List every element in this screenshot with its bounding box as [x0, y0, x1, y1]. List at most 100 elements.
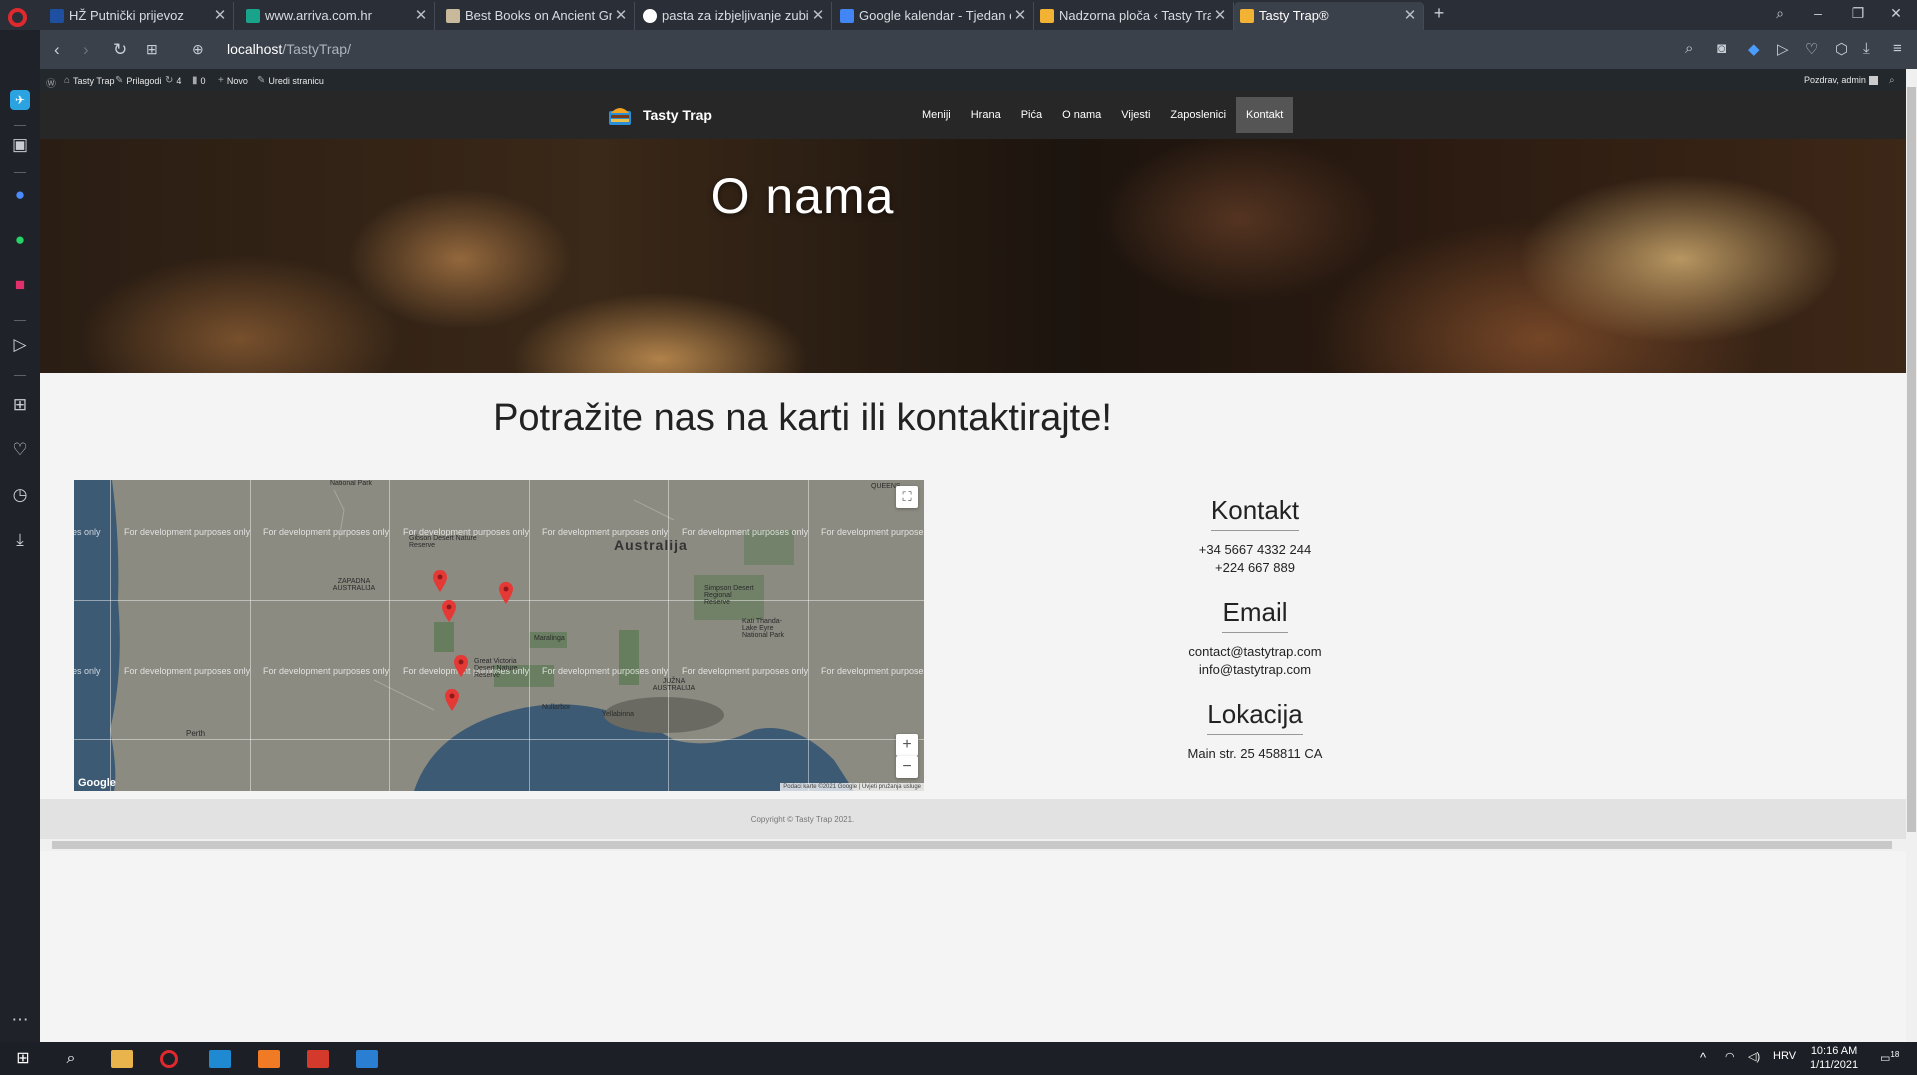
notification-icon[interactable]: ▭18: [1880, 1050, 1899, 1065]
phone-2[interactable]: +224 667 889: [1180, 559, 1330, 577]
messenger-icon[interactable]: ●: [10, 185, 30, 205]
wp-site-link[interactable]: ⌂ Tasty Trap: [64, 75, 115, 86]
minimize-icon[interactable]: –: [1808, 5, 1828, 21]
wp-comments-link[interactable]: ▮ 0: [192, 75, 206, 86]
tab-close-icon[interactable]: ✕: [612, 2, 630, 30]
browser-tab[interactable]: Nadzorna ploča ‹ Tasty Trap ✕: [1034, 2, 1234, 30]
close-window-icon[interactable]: ✕: [1886, 5, 1906, 22]
rocket-icon[interactable]: ✈: [10, 90, 30, 110]
site-logo-text[interactable]: Tasty Trap: [643, 107, 712, 123]
scrollbar-thumb[interactable]: [52, 841, 1892, 849]
restore-icon[interactable]: ❐: [1848, 5, 1868, 22]
map-marker-icon[interactable]: [445, 689, 459, 711]
fullscreen-icon[interactable]: ⛶: [896, 486, 918, 508]
clock[interactable]: 10:16 AM 1/11/2021: [1810, 1044, 1858, 1072]
search-icon[interactable]: ⌕: [60, 1050, 82, 1068]
map-tile-line: [250, 480, 251, 791]
file-explorer-icon[interactable]: [111, 1050, 133, 1068]
app-icon[interactable]: [356, 1050, 378, 1068]
opera-taskbar-icon[interactable]: [160, 1050, 178, 1068]
tabs-grid-icon[interactable]: ⊞: [146, 41, 158, 58]
tray-chevron-icon[interactable]: ^: [1700, 1050, 1706, 1065]
search-tabs-icon[interactable]: ⌕: [1770, 5, 1790, 22]
opera-menu-icon[interactable]: [8, 8, 27, 27]
map-marker-icon[interactable]: [442, 600, 456, 622]
tab-close-icon[interactable]: ✕: [412, 2, 430, 30]
browser-tab[interactable]: Best Books on Ancient Gre ✕: [440, 2, 635, 30]
new-tab-button[interactable]: +: [1429, 3, 1449, 24]
search-icon[interactable]: ⌕: [1685, 40, 1693, 57]
url-field[interactable]: localhost/TastyTrap/: [227, 41, 351, 57]
player-icon[interactable]: ▷: [10, 335, 30, 355]
reload-icon[interactable]: ↻: [113, 40, 127, 60]
menu-item-zaposlenici[interactable]: Zaposlenici: [1160, 91, 1236, 139]
map-marker-icon[interactable]: [433, 570, 447, 592]
xampp-icon[interactable]: [258, 1050, 280, 1068]
briefcase-icon[interactable]: ▣: [10, 135, 30, 155]
wordpress-logo-icon[interactable]: Ⓦ: [46, 75, 56, 90]
vscode-icon[interactable]: [209, 1050, 231, 1068]
google-logo[interactable]: Google: [78, 777, 116, 789]
browser-tab[interactable]: HŽ Putnički prijevoz ✕: [44, 2, 234, 30]
browser-tab[interactable]: Google kalendar - Tjedan o ✕: [834, 2, 1034, 30]
menu-item-vijesti[interactable]: Vijesti: [1111, 91, 1160, 139]
tab-close-icon[interactable]: ✕: [809, 2, 827, 30]
map-country-label: Australija: [614, 537, 688, 553]
map-marker-icon[interactable]: [499, 582, 513, 604]
tab-close-icon[interactable]: ✕: [1011, 2, 1029, 30]
cube-icon[interactable]: ⬡: [1835, 40, 1848, 58]
menu-item-meniji[interactable]: Meniji: [912, 91, 961, 139]
hero-banner: O nama: [40, 139, 1906, 373]
shield-icon[interactable]: ◆: [1748, 40, 1760, 58]
google-map[interactable]: es only For development purposes only Fo…: [74, 480, 924, 791]
filezilla-icon[interactable]: [307, 1050, 329, 1068]
wp-edit-page-link[interactable]: ✎ Uredi stranicu: [257, 75, 324, 86]
wp-account-link[interactable]: Pozdrav, admin: [1804, 75, 1878, 85]
browser-tab-active[interactable]: Tasty Trap® ✕: [1234, 2, 1424, 30]
email-2[interactable]: info@tastytrap.com: [1180, 661, 1330, 679]
tab-close-icon[interactable]: ✕: [1211, 2, 1229, 30]
tab-close-icon[interactable]: ✕: [211, 2, 229, 30]
language-indicator[interactable]: HRV: [1773, 1050, 1796, 1062]
map-attribution[interactable]: Podaci karte ©2021 Google | Uvjeti pruža…: [780, 783, 924, 791]
tab-close-icon[interactable]: ✕: [1401, 2, 1419, 30]
camera-icon[interactable]: ◙: [1717, 40, 1726, 57]
browser-tab[interactable]: www.arriva.com.hr ✕: [240, 2, 435, 30]
heart-icon[interactable]: ♡: [10, 440, 30, 460]
wp-updates-link[interactable]: ↻ 4: [165, 75, 181, 86]
menu-icon[interactable]: ≡: [1893, 40, 1902, 57]
whatsapp-icon[interactable]: ●: [10, 230, 30, 250]
browser-tab[interactable]: pasta za izbjeljivanje zubi - ✕: [637, 2, 832, 30]
map-marker-icon[interactable]: [454, 655, 468, 677]
menu-item-pica[interactable]: Pića: [1011, 91, 1052, 139]
wp-new-link[interactable]: + Novo: [218, 75, 248, 86]
zoom-in-button[interactable]: +: [896, 734, 918, 756]
map-place-label: Kati Thanda-Lake Eyre National Park: [742, 618, 785, 639]
wifi-icon[interactable]: ◠: [1725, 1050, 1735, 1063]
phone-1[interactable]: +34 5667 4332 244: [1180, 541, 1330, 559]
download-icon[interactable]: ⤓: [10, 530, 30, 550]
wp-customize-link[interactable]: ✎ Prilagodi: [115, 75, 161, 86]
speed-dial-icon[interactable]: ⊞: [10, 395, 30, 415]
volume-icon[interactable]: ◁): [1748, 1050, 1760, 1063]
menu-item-kontakt[interactable]: Kontakt: [1236, 97, 1294, 133]
heart-icon[interactable]: ♡: [1805, 40, 1818, 58]
menu-item-o-nama[interactable]: O nama: [1052, 91, 1111, 139]
instagram-icon[interactable]: ■: [10, 275, 30, 295]
vertical-scrollbar[interactable]: [1906, 69, 1917, 1042]
back-icon[interactable]: ‹: [54, 40, 60, 60]
windows-start-icon[interactable]: ⊞: [12, 1050, 34, 1068]
send-icon[interactable]: ▷: [1777, 40, 1789, 58]
email-1[interactable]: contact@tastytrap.com: [1180, 643, 1330, 661]
zoom-out-button[interactable]: −: [896, 756, 918, 778]
menu-item-hrana[interactable]: Hrana: [961, 91, 1011, 139]
search-icon[interactable]: ⌕: [1889, 75, 1895, 86]
more-icon[interactable]: ⋯: [10, 1010, 30, 1030]
horizontal-scrollbar[interactable]: [40, 839, 1906, 851]
scrollbar-thumb[interactable]: [1907, 87, 1916, 832]
burger-logo-icon[interactable]: [606, 101, 634, 129]
download-icon[interactable]: ⤓: [1863, 40, 1870, 57]
contact-section: Potražite nas na karti ili kontaktirajte…: [40, 373, 1906, 869]
history-icon[interactable]: ◷: [10, 485, 30, 505]
forward-icon[interactable]: ›: [83, 40, 89, 60]
